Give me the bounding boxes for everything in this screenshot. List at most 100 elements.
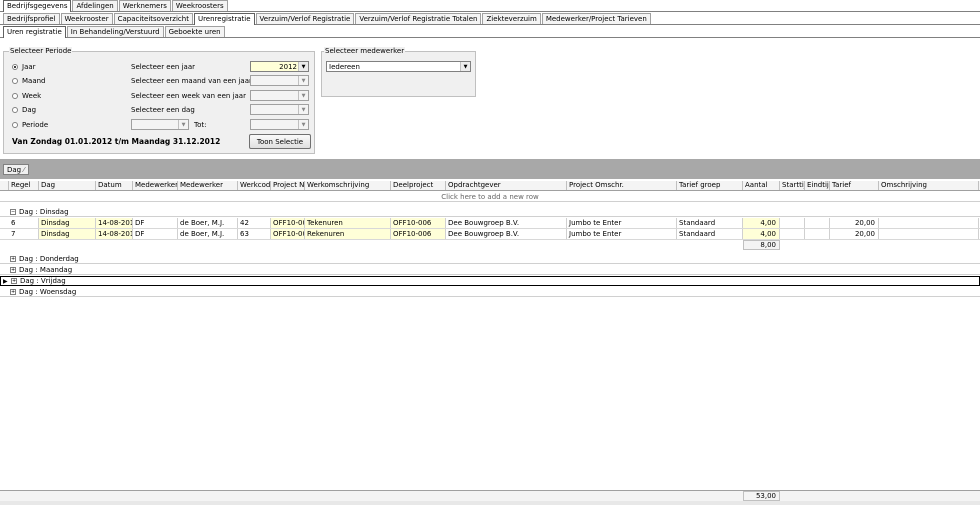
group-row[interactable]: ▶ + Dag : Vrijdag xyxy=(0,276,980,286)
chevron-down-icon[interactable]: ▼ xyxy=(460,62,470,71)
chevron-down-icon[interactable]: ▼ xyxy=(298,62,308,71)
radio-circle-icon[interactable] xyxy=(12,78,18,84)
col-header-medewerkerns[interactable]: Medewerkerns xyxy=(133,181,178,190)
cell-project-omschr[interactable]: Jumbo te Enter xyxy=(567,218,677,228)
col-header-regel[interactable]: Regel xyxy=(9,181,39,190)
col-header-tarief-groep[interactable]: Tarief groep xyxy=(677,181,743,190)
cell-deelproject[interactable]: OFF10-006 xyxy=(391,218,446,228)
group-row[interactable]: + Dag : Donderdag xyxy=(0,254,980,264)
group-row[interactable]: − Dag : Dinsdag xyxy=(0,207,980,217)
radio-week[interactable]: Week xyxy=(12,92,41,100)
col-header-werkcode[interactable]: Werkcode xyxy=(238,181,271,190)
cell-medewerkerns[interactable]: DF xyxy=(133,229,178,239)
cell-datum[interactable]: 14-08-2012 xyxy=(96,218,133,228)
col-header-deelproject[interactable]: Deelproject xyxy=(391,181,446,190)
tab-in-behandeling-verstuurd[interactable]: In Behandeling/Verstuurd xyxy=(66,26,164,37)
cell-dag[interactable]: Dinsdag xyxy=(39,218,96,228)
cell-werkomschrijving[interactable]: Tekenuren xyxy=(305,218,391,228)
cell-starttijd[interactable] xyxy=(780,218,805,228)
chevron-down-icon[interactable]: ▼ xyxy=(298,76,308,85)
cell-eindtijd[interactable] xyxy=(805,229,830,239)
table-row[interactable]: 6Dinsdag14-08-2012DFde Boer, M.J.42OFF10… xyxy=(0,218,980,229)
tab-verzuim-verlof-registratie[interactable]: Verzuim/Verlof Registratie xyxy=(255,13,355,24)
col-header-omschrijving[interactable]: Omschrijving xyxy=(879,181,979,190)
cell-regel[interactable]: 7 xyxy=(9,229,39,239)
col-header-starttijd[interactable]: Starttijd xyxy=(780,181,805,190)
cell-aantal[interactable]: 4,00 xyxy=(743,229,780,239)
cell-datum[interactable]: 14-08-2012 xyxy=(96,229,133,239)
table-row[interactable]: 7Dinsdag14-08-2012DFde Boer, M.J.63OFF10… xyxy=(0,229,980,240)
tab-capaciteitsoverzicht[interactable]: Capaciteitsoverzicht xyxy=(113,13,193,24)
col-header-dag[interactable]: Dag xyxy=(39,181,96,190)
cell-werkomschrijving[interactable]: Rekenuren xyxy=(305,229,391,239)
cell-dag[interactable]: Dinsdag xyxy=(39,229,96,239)
cell-omschrijving[interactable] xyxy=(879,229,979,239)
radio-jaar[interactable]: Jaar xyxy=(12,63,36,71)
cell-medewerkerns[interactable]: DF xyxy=(133,218,178,228)
radio-maand[interactable]: Maand xyxy=(12,77,46,85)
chevron-down-icon[interactable]: ▼ xyxy=(298,120,308,129)
tab-weekrooster[interactable]: Weekrooster xyxy=(60,13,113,24)
col-header-datum[interactable]: Datum xyxy=(96,181,133,190)
col-header-aantal[interactable]: Aantal xyxy=(743,181,780,190)
expand-toggle-icon[interactable]: + xyxy=(11,278,17,284)
expand-toggle-icon[interactable]: − xyxy=(10,208,16,215)
cell-project-omschr[interactable]: Jumbo te Enter xyxy=(567,229,677,239)
tab-geboekte-uren[interactable]: Geboekte uren xyxy=(164,26,225,37)
select-dag-combo[interactable]: ▼ xyxy=(250,104,309,115)
toon-selectie-button[interactable]: Toon Selectie xyxy=(249,134,311,149)
cell-opdrachtgever[interactable]: Dee Bouwgroep B.V. xyxy=(446,229,567,239)
select-periode-combo[interactable]: ▼ xyxy=(250,119,309,130)
chevron-down-icon[interactable]: ▼ xyxy=(298,105,308,114)
chevron-down-icon[interactable]: ▼ xyxy=(178,120,188,129)
cell-eindtijd[interactable] xyxy=(805,218,830,228)
radio-circle-icon[interactable] xyxy=(12,122,18,128)
new-row-prompt[interactable]: Click here to add a new row xyxy=(0,192,980,202)
col-header-project-omschr[interactable]: Project Omschr. xyxy=(567,181,677,190)
expand-toggle-icon[interactable]: + xyxy=(10,288,16,295)
tab-medewerker-project-tarieven[interactable]: Medewerker/Project Tarieven xyxy=(541,13,651,24)
chevron-down-icon[interactable]: ▼ xyxy=(298,91,308,100)
expand-toggle-icon[interactable]: + xyxy=(10,255,16,262)
select-week-combo[interactable]: ▼ xyxy=(250,90,309,101)
radio-periode[interactable]: Periode xyxy=(12,121,48,129)
tab-ziekteverzuim[interactable]: Ziekteverzuim xyxy=(482,13,541,24)
cell-tarief[interactable]: 20,00 xyxy=(830,218,879,228)
tab-weekroosters[interactable]: Weekroosters xyxy=(171,0,228,11)
cell-aantal[interactable]: 4,00 xyxy=(743,218,780,228)
radio-dag[interactable]: Dag xyxy=(12,106,36,114)
cell-project-nr[interactable]: OFF10-006 xyxy=(271,229,305,239)
cell-regel[interactable]: 6 xyxy=(9,218,39,228)
cell-werkcode[interactable]: 63 xyxy=(238,229,271,239)
tab-uren-registratie[interactable]: Uren registratie xyxy=(3,26,66,38)
cell-werkcode[interactable]: 42 xyxy=(238,218,271,228)
tab-bedrijfsgegevens[interactable]: Bedrijfsgegevens xyxy=(3,0,72,12)
group-row[interactable]: + Dag : Maandag xyxy=(0,265,980,275)
cell-tarief-groep[interactable]: Standaard xyxy=(677,218,743,228)
cell-omschrijving[interactable] xyxy=(879,218,979,228)
radio-circle-icon[interactable] xyxy=(12,107,18,113)
cell-starttijd[interactable] xyxy=(780,229,805,239)
col-header-werkomschrijving[interactable]: Werkomschrijving xyxy=(305,181,391,190)
expand-toggle-icon[interactable]: + xyxy=(10,266,16,273)
cell-deelproject[interactable]: OFF10-006 xyxy=(391,229,446,239)
radio-circle-icon[interactable] xyxy=(12,64,18,70)
radio-circle-icon[interactable] xyxy=(12,93,18,99)
bottom-scrollbar[interactable] xyxy=(0,501,980,505)
periode-from-combo[interactable]: ▼ xyxy=(131,119,189,130)
cell-medewerker[interactable]: de Boer, M.J. xyxy=(178,229,238,239)
col-header-project-nr[interactable]: Project Nr. xyxy=(271,181,305,190)
cell-opdrachtgever[interactable]: Dee Bouwgroep B.V. xyxy=(446,218,567,228)
tab-urenregistratie[interactable]: Urenregistratie xyxy=(193,13,255,25)
tab-bedrijfsprofiel[interactable]: Bedrijfsprofiel xyxy=(3,13,60,24)
cell-project-nr[interactable]: OFF10-006 xyxy=(271,218,305,228)
tab-afdelingen[interactable]: Afdelingen xyxy=(72,0,118,11)
col-header-medewerker[interactable]: Medewerker xyxy=(178,181,238,190)
tab-verzuim-verlof-registratie-totalen[interactable]: Verzuim/Verlof Registratie Totalen xyxy=(355,13,482,24)
medewerker-combo[interactable]: Iedereen ▼ xyxy=(326,61,471,72)
select-maand-combo[interactable]: ▼ xyxy=(250,75,309,86)
select-jaar-combo[interactable]: 2012 ▼ xyxy=(250,61,309,72)
group-row[interactable]: + Dag : Woensdag xyxy=(0,287,980,297)
tab-werknemers[interactable]: Werknemers xyxy=(118,0,171,11)
col-header-tarief[interactable]: Tarief xyxy=(830,181,879,190)
